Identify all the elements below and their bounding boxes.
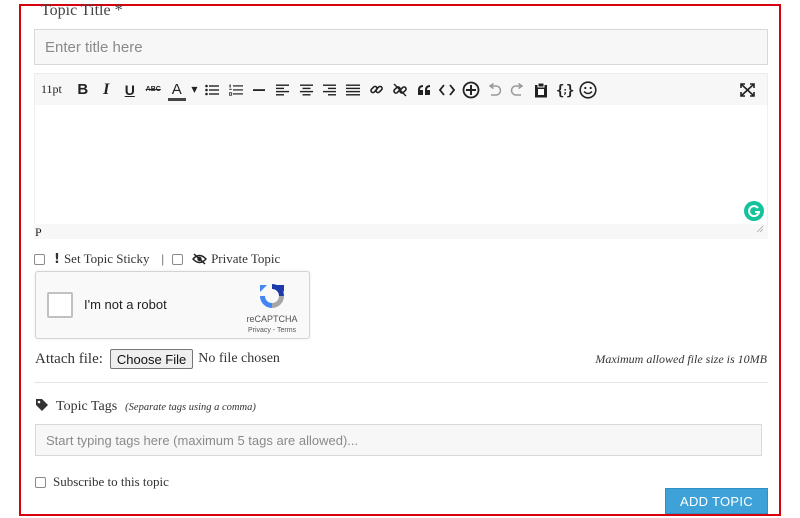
topic-tags-header: Topic Tags (Separate tags using a comma) xyxy=(35,398,256,416)
subscribe-checkbox[interactable] xyxy=(35,476,46,488)
recaptcha-links[interactable]: Privacy - Terms xyxy=(236,327,308,334)
font-color-dropdown-icon[interactable]: ▼ xyxy=(189,77,201,103)
editor-content-area[interactable] xyxy=(34,105,768,239)
element-path: P xyxy=(35,225,42,239)
font-size-select[interactable]: 11pt xyxy=(41,77,71,103)
file-status: No file chosen xyxy=(198,351,280,366)
italic-button[interactable]: I xyxy=(95,77,119,103)
font-color-label: A xyxy=(171,81,182,98)
choose-file-button[interactable]: Choose File xyxy=(109,349,194,369)
paste-icon[interactable] xyxy=(530,77,554,103)
fullscreen-icon[interactable] xyxy=(736,77,760,103)
font-color-bar xyxy=(168,97,186,101)
underline-button[interactable]: U xyxy=(118,77,142,103)
subscribe-row: Subscribe to this topic xyxy=(35,474,169,490)
resize-handle-icon[interactable] xyxy=(756,222,764,237)
editor-toolbar: 11pt B I U ABC A ▼ {;} xyxy=(34,73,768,105)
svg-text:}: } xyxy=(566,83,574,98)
blockquote-icon[interactable] xyxy=(412,77,436,103)
private-checkbox[interactable] xyxy=(172,253,184,265)
topic-tags-input[interactable] xyxy=(35,424,762,456)
bold-button[interactable]: B xyxy=(71,77,95,103)
exclamation-icon: ! xyxy=(54,251,60,267)
align-left-icon[interactable] xyxy=(271,77,295,103)
sticky-label: Set Topic Sticky xyxy=(63,251,150,266)
numbered-list-icon[interactable] xyxy=(224,77,248,103)
insert-link-icon[interactable] xyxy=(365,77,389,103)
topic-tags-hint: (Separate tags using a comma) xyxy=(125,401,256,413)
align-right-icon[interactable] xyxy=(318,77,342,103)
editor-status-bar: P xyxy=(34,224,768,239)
eye-slash-icon xyxy=(192,253,208,265)
attach-file-label: Attach file: xyxy=(35,350,103,367)
code-block-icon[interactable]: {;} xyxy=(553,77,577,103)
recaptcha-widget: I'm not a robot reCAPTCHA Privacy - Term… xyxy=(35,271,310,339)
grammarly-icon[interactable] xyxy=(744,201,764,221)
redo-icon[interactable] xyxy=(506,77,530,103)
align-center-icon[interactable] xyxy=(295,77,319,103)
divider xyxy=(34,382,768,383)
bullet-list-icon[interactable] xyxy=(201,77,225,103)
justify-icon[interactable] xyxy=(342,77,366,103)
topic-tags-label: Topic Tags xyxy=(56,399,118,414)
emoticons-icon[interactable] xyxy=(577,77,601,103)
recaptcha-brand: reCAPTCHA xyxy=(246,314,298,324)
font-color-button[interactable]: A xyxy=(165,77,189,103)
tag-icon xyxy=(35,398,49,417)
remove-link-icon[interactable] xyxy=(389,77,413,103)
recaptcha-label: I'm not a robot xyxy=(84,297,167,312)
max-file-size-note: Maximum allowed file size is 10MB xyxy=(595,351,767,366)
attach-file-row: Attach file: Choose File No file chosen … xyxy=(35,349,767,369)
recaptcha-checkbox[interactable] xyxy=(47,292,73,318)
topic-options: ! Set Topic Sticky | Private Topic xyxy=(34,250,280,268)
insert-plus-icon[interactable] xyxy=(459,77,483,103)
undo-icon[interactable] xyxy=(483,77,507,103)
recaptcha-logo-icon xyxy=(257,281,287,316)
source-code-icon[interactable] xyxy=(436,77,460,103)
horizontal-rule-icon[interactable] xyxy=(248,77,272,103)
sticky-checkbox[interactable] xyxy=(34,253,45,265)
options-separator: | xyxy=(161,251,165,266)
strikethrough-button[interactable]: ABC xyxy=(142,77,166,103)
subscribe-label: Subscribe to this topic xyxy=(53,474,169,489)
topic-title-input[interactable] xyxy=(34,29,768,65)
private-label: Private Topic xyxy=(211,251,281,266)
topic-title-label: Topic Title * xyxy=(41,2,123,19)
add-topic-button[interactable]: ADD TOPIC xyxy=(665,488,768,514)
